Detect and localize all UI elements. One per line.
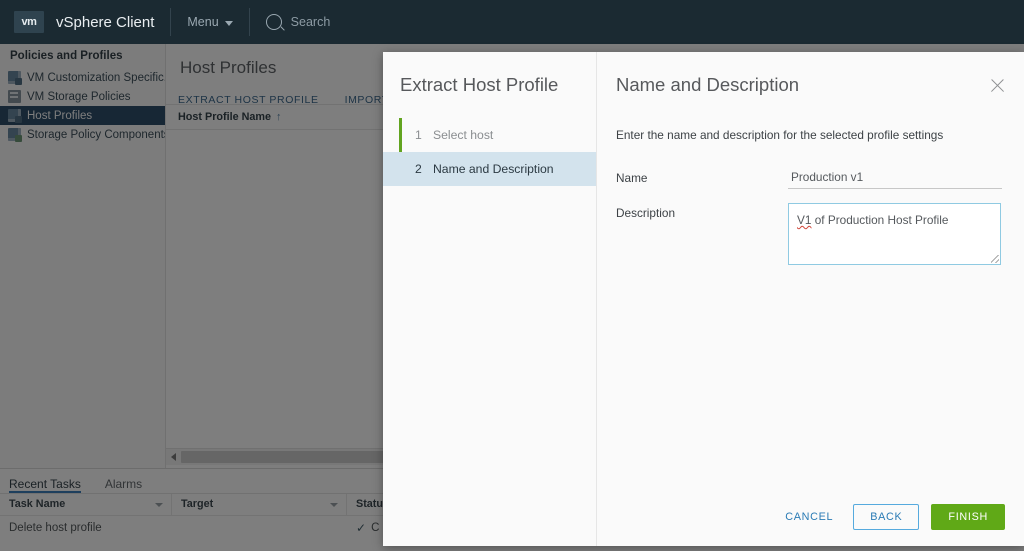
- back-button[interactable]: BACK: [853, 504, 920, 530]
- description-input[interactable]: V1 of Production Host Profile: [788, 203, 1001, 265]
- check-icon: ✓: [356, 521, 367, 535]
- wizard-step-select-host[interactable]: 1 Select host: [383, 118, 596, 152]
- step-number: 1: [415, 128, 422, 142]
- search-placeholder: Search: [290, 15, 331, 29]
- dialog-instruction: Enter the name and description for the s…: [616, 128, 944, 142]
- sidebar-item-label: VM Customization Specific...: [27, 71, 165, 84]
- cell-task-name: Delete host profile: [9, 522, 102, 534]
- wizard-steps: 1 Select host 2 Name and Description: [383, 118, 596, 186]
- chevron-down-icon[interactable]: [330, 503, 338, 507]
- column-header-task-name[interactable]: Task Name: [0, 494, 172, 515]
- name-field-label: Name: [616, 171, 648, 185]
- close-icon[interactable]: [989, 77, 1006, 94]
- description-field-label: Description: [616, 206, 676, 220]
- wizard-step-name-and-description[interactable]: 2 Name and Description: [383, 152, 596, 186]
- dialog-header: Name and Description: [597, 52, 1024, 96]
- chevron-down-icon: [224, 20, 233, 26]
- dialog-title: Name and Description: [616, 74, 800, 95]
- policy-component-icon: [8, 128, 22, 142]
- vmware-logo: vm: [14, 11, 44, 33]
- host-profile-icon: [8, 109, 22, 123]
- description-misspelled-word: V1: [797, 213, 812, 227]
- resize-handle-icon[interactable]: [991, 255, 999, 263]
- dialog-footer: CANCEL BACK FINISH: [597, 488, 1024, 546]
- profile-form: Name Description V1 of Production Host P…: [597, 142, 1024, 265]
- sidebar-item-label: Storage Policy Components: [27, 128, 165, 141]
- finish-button[interactable]: FINISH: [931, 504, 1005, 530]
- cancel-button[interactable]: CANCEL: [777, 505, 841, 529]
- scroll-left-arrow-icon[interactable]: [166, 450, 180, 464]
- description-remaining-text: of Production Host Profile: [811, 213, 949, 227]
- sidebar: Policies and Profiles VM Customization S…: [0, 44, 166, 468]
- tab-alarms[interactable]: Alarms: [105, 477, 142, 493]
- cell-status-label: C: [371, 522, 380, 534]
- column-header-task-name-label: Task Name: [9, 498, 66, 510]
- column-header-target[interactable]: Target: [172, 494, 347, 515]
- sidebar-item-host-profiles[interactable]: Host Profiles: [0, 106, 165, 125]
- topbar-divider-1: [170, 8, 172, 36]
- column-header-host-profile-name[interactable]: Host Profile Name: [178, 111, 271, 123]
- top-navigation-bar: vm vSphere Client Menu Search: [0, 0, 1024, 44]
- sidebar-item-vm-customization-specifications[interactable]: VM Customization Specific...: [0, 68, 165, 87]
- document-copy-icon: [8, 71, 22, 85]
- brand-title: vSphere Client: [56, 13, 155, 31]
- step-label: Name and Description: [433, 162, 554, 176]
- sidebar-item-storage-policy-components[interactable]: Storage Policy Components: [0, 125, 165, 144]
- wizard-step-panel: Extract Host Profile 1 Select host 2 Nam…: [383, 52, 597, 546]
- step-label: Select host: [433, 128, 494, 142]
- sidebar-item-vm-storage-policies[interactable]: VM Storage Policies: [0, 87, 165, 106]
- name-input[interactable]: [788, 168, 1002, 189]
- search-icon: [265, 14, 282, 30]
- topbar-divider-2: [248, 8, 250, 36]
- column-header-target-label: Target: [181, 498, 214, 510]
- vsphere-client-app: vm vSphere Client Menu Search Policies a…: [0, 0, 1024, 551]
- sidebar-item-label: Host Profiles: [27, 109, 93, 122]
- storage-policy-icon: [8, 90, 21, 103]
- wizard-content-panel: Name and Description Enter the name and …: [597, 52, 1024, 546]
- name-field-row: Name: [616, 168, 1024, 189]
- chevron-down-icon[interactable]: [155, 503, 163, 507]
- sidebar-item-label: VM Storage Policies: [27, 90, 131, 103]
- extract-host-profile-action[interactable]: EXTRACT HOST PROFILE: [178, 94, 319, 106]
- description-field-row: Description V1 of Production Host Profil…: [616, 203, 1024, 265]
- menu-label: Menu: [187, 15, 219, 29]
- wizard-title: Extract Host Profile: [400, 74, 559, 95]
- sort-ascending-icon: ↑: [276, 111, 282, 123]
- tab-recent-tasks[interactable]: Recent Tasks: [9, 477, 81, 493]
- step-number: 2: [415, 162, 422, 176]
- menu-button[interactable]: Menu: [187, 15, 233, 29]
- description-textarea[interactable]: V1 of Production Host Profile: [788, 203, 1001, 265]
- sidebar-heading: Policies and Profiles: [10, 50, 123, 62]
- search-input[interactable]: Search: [265, 14, 331, 30]
- extract-host-profile-dialog: Extract Host Profile 1 Select host 2 Nam…: [383, 52, 1024, 546]
